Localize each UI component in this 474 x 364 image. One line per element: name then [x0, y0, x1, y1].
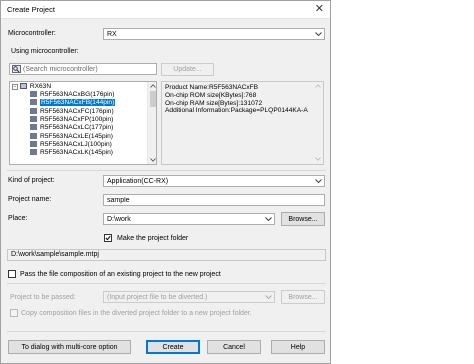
close-icon[interactable]: ✕	[315, 3, 324, 15]
help-button[interactable]: Help	[271, 340, 325, 354]
tree-item[interactable]: R5F563NACxLE(145pin)	[30, 132, 113, 141]
pass-composition-label[interactable]: Pass the file composition of an existing…	[20, 271, 221, 278]
info-rom-size: On-chip ROM size[KBytes]:768	[165, 91, 257, 99]
separator	[7, 331, 326, 332]
collapse-icon[interactable]: −	[12, 84, 18, 90]
microcontroller-tree[interactable]: − RX63N R5F563NACxBG(176pin) R5F563NACxF…	[9, 81, 157, 165]
tree-item-label: R5F563NACxLC(177pin)	[40, 124, 114, 132]
scroll-up-icon[interactable]	[149, 84, 156, 88]
cancel-button[interactable]: Cancel	[207, 340, 261, 354]
multi-core-option-label: To dialog with multi-core option	[21, 343, 118, 351]
create-button-label: Create	[162, 343, 184, 351]
tree-item-label: R5F563NACxLE(145pin)	[40, 132, 113, 140]
separator	[7, 170, 326, 171]
tree-item-label: R5F563NACxFC(176pin)	[40, 107, 114, 115]
scroll-up-icon	[315, 84, 321, 88]
info-additional: Additional Information:Package=PLQP0144K…	[165, 107, 308, 115]
chip-icon	[30, 99, 37, 106]
microcontroller-select[interactable]: RX	[103, 28, 325, 40]
place-label: Place:	[8, 215, 28, 222]
info-product-name: Product Name:R5F563NACxFB	[165, 84, 259, 91]
project-name-input[interactable]	[103, 194, 325, 206]
cancel-button-label: Cancel	[223, 343, 245, 351]
project-path-text: D:\work\sample\sample.mtpj	[11, 251, 99, 258]
project-to-pass-placeholder: (Input project file to be diverted.)	[107, 293, 208, 301]
microcontroller-info-box: Product Name:R5F563NACxFB On-chip ROM si…	[161, 81, 324, 165]
tree-item[interactable]: R5F563NACxLJ(100pin)	[30, 140, 112, 149]
tree-item[interactable]: R5F563NACxFP(100pin)	[30, 115, 114, 124]
kind-of-project-label: Kind of project:	[8, 177, 55, 184]
chip-icon	[30, 140, 37, 147]
folder-chip-icon	[19, 83, 27, 89]
tree-item-label: R5F563NACxBG(176pin)	[40, 91, 115, 98]
tree-scrollbar[interactable]	[147, 82, 156, 164]
search-placeholder: (Search microcontroller)	[23, 65, 98, 73]
title-bar: Create Project ✕	[1, 1, 330, 19]
tree-item-label: R5F563NACxLK(145pin)	[40, 149, 113, 157]
tree-item-selected[interactable]: R5F563NACxFB(144pin)	[30, 99, 116, 107]
chip-icon	[30, 91, 37, 97]
tree-group-label: RX63N	[29, 83, 52, 90]
make-project-folder-checkbox[interactable]	[104, 234, 112, 242]
chip-icon	[30, 149, 37, 156]
scroll-down-icon	[315, 157, 321, 161]
place-value: D:\work	[107, 215, 131, 223]
kind-of-project-select[interactable]: Application(CC-RX)	[103, 175, 325, 187]
tree-item-label: R5F563NACxFP(100pin)	[40, 115, 114, 123]
make-project-folder-label[interactable]: Make the project folder	[117, 235, 188, 242]
scrollbar-thumb[interactable]	[149, 91, 156, 107]
tree-item[interactable]: R5F563NACxLC(177pin)	[30, 124, 113, 132]
chip-icon	[30, 124, 37, 131]
chip-icon	[30, 107, 37, 114]
kind-of-project-value: Application(CC-RX)	[107, 177, 169, 185]
chevron-down-icon	[263, 214, 274, 224]
project-path-display: D:\work\sample\sample.mtpj	[7, 249, 326, 261]
tree-item[interactable]: R5F563NACxBG(176pin)	[30, 91, 114, 99]
using-microcontroller-label: Using microcontroller:	[11, 48, 79, 55]
chevron-down-icon	[263, 292, 274, 302]
microcontroller-value: RX	[107, 30, 117, 38]
copy-composition-checkbox[interactable]	[10, 309, 18, 317]
update-button[interactable]: Update...	[161, 63, 214, 76]
browse-button-label: Browse...	[288, 293, 318, 301]
copy-composition-label: Copy composition files in the diverted p…	[21, 310, 252, 317]
tree-item[interactable]: R5F563NACxFC(176pin)	[30, 107, 114, 116]
chevron-down-icon	[313, 29, 324, 39]
tree-item-label: R5F563NACxLJ(100pin)	[40, 140, 112, 148]
chip-icon	[30, 132, 37, 139]
help-button-label: Help	[290, 343, 306, 351]
checkmark-icon	[105, 235, 111, 241]
multi-core-option-button[interactable]: To dialog with multi-core option	[8, 340, 131, 354]
search-microcontroller-input[interactable]: (Search microcontroller)	[9, 63, 157, 75]
dialog-title: Create Project	[7, 5, 55, 14]
search-icon	[12, 65, 21, 75]
tree-item[interactable]: R5F563NACxLK(145pin)	[30, 149, 113, 157]
pass-composition-checkbox[interactable]	[8, 270, 16, 278]
create-project-dialog: Create Project ✕ Microcontroller: RX Usi…	[0, 0, 331, 364]
chip-icon	[30, 115, 37, 122]
scroll-down-icon[interactable]	[149, 158, 156, 162]
project-to-pass-browse-button[interactable]: Browse...	[281, 290, 325, 304]
chevron-down-icon	[313, 176, 324, 186]
project-to-pass-label: Project to be passed:	[10, 294, 76, 301]
place-select[interactable]: D:\work	[103, 213, 275, 225]
project-name-label: Project name:	[8, 196, 52, 203]
place-browse-button[interactable]: Browse...	[281, 212, 325, 226]
tree-item-label: R5F563NACxFB(144pin)	[40, 99, 116, 107]
separator	[7, 283, 326, 284]
create-button[interactable]: Create	[146, 340, 200, 354]
browse-button-label: Browse...	[288, 215, 318, 223]
project-to-pass-select[interactable]: (Input project file to be diverted.)	[103, 291, 275, 303]
update-button-label: Update...	[173, 66, 202, 73]
microcontroller-label: Microcontroller:	[8, 30, 56, 37]
info-ram-size: On-chip RAM size[Bytes]:131072	[165, 99, 263, 107]
